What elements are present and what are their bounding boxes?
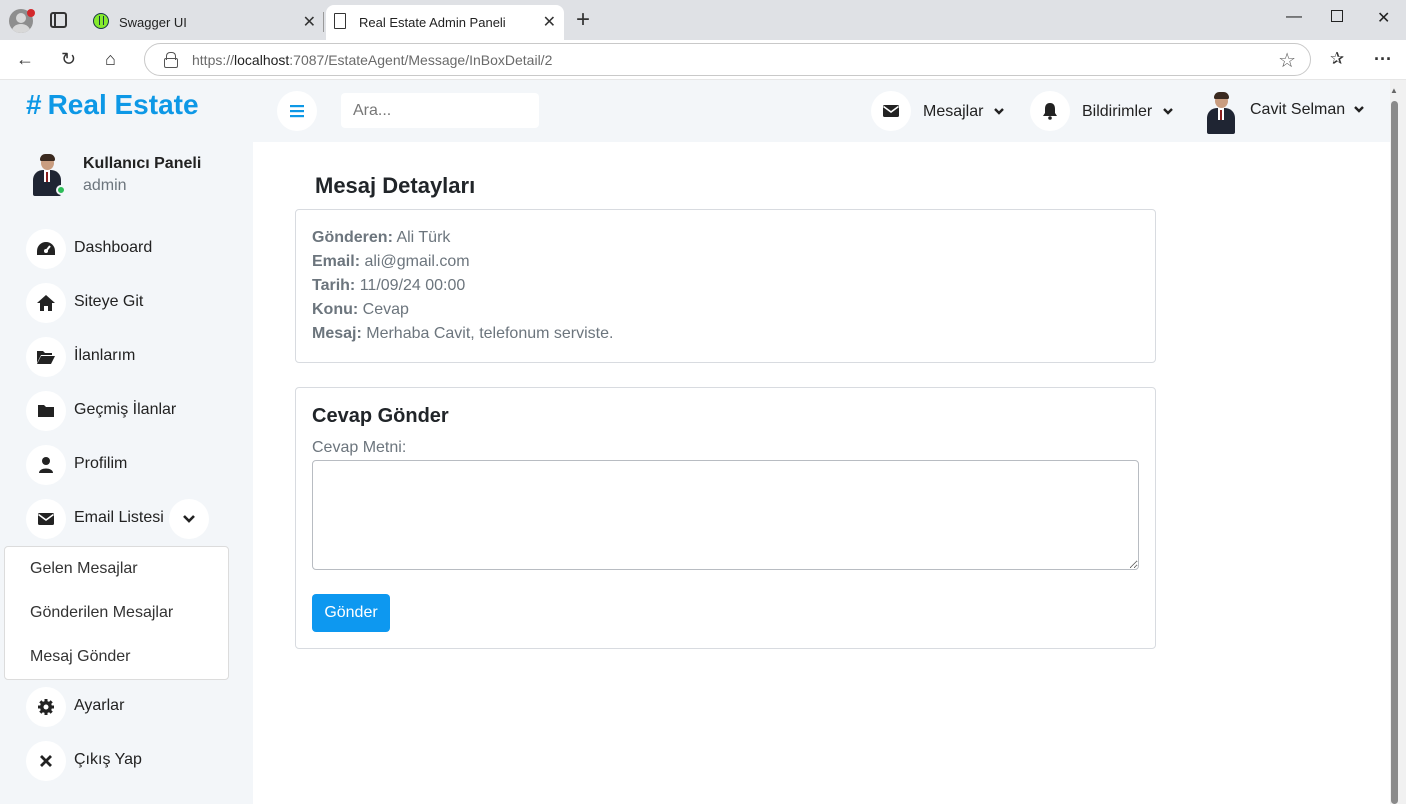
avatar[interactable] xyxy=(1204,92,1235,134)
user-role: admin xyxy=(83,177,127,194)
browser-nav-bar: ← ↻ ⌂ https://localhost:7087/EstateAgent… xyxy=(0,40,1406,80)
tab-admin-panel[interactable]: Real Estate Admin Paneli ✕ xyxy=(326,5,564,40)
detail-sender: Gönderen: Ali Türk xyxy=(312,229,451,246)
sidebar-item-profile[interactable]: Profilim xyxy=(26,445,246,485)
messages-button[interactable] xyxy=(871,91,911,131)
new-tab-icon[interactable]: + xyxy=(576,8,590,32)
tab-title: Swagger UI xyxy=(119,15,187,30)
tab-actions-icon[interactable] xyxy=(50,12,67,28)
envelope-icon xyxy=(883,105,899,117)
sidebar-item-listings[interactable]: İlanlarım xyxy=(26,337,246,377)
favorites-icon[interactable]: ✰ xyxy=(1330,49,1344,69)
reply-card: Cevap Gönder Cevap Metni: Gönder xyxy=(295,387,1156,649)
bell-icon xyxy=(1043,103,1057,120)
online-status-dot xyxy=(56,185,66,195)
reply-title: Cevap Gönder xyxy=(312,405,449,427)
submenu-item-inbox[interactable]: Gelen Mesajlar xyxy=(30,560,138,578)
user-icon xyxy=(26,445,66,485)
favorite-star-icon[interactable]: ☆ xyxy=(1278,48,1296,73)
tab-close-icon[interactable]: ✕ xyxy=(543,12,556,32)
back-icon[interactable]: ← xyxy=(16,49,34,69)
hamburger-icon xyxy=(290,105,304,118)
url-text[interactable]: https://localhost:7087/EstateAgent/Messa… xyxy=(192,52,552,68)
user-panel: Kullanıcı Paneli admin xyxy=(30,154,250,198)
sidebar-item-email-list[interactable]: Email Listesi xyxy=(26,499,246,539)
sidebar-item-past-listings[interactable]: Geçmiş İlanlar xyxy=(26,391,246,431)
tab-separator xyxy=(323,12,324,32)
lock-icon[interactable] xyxy=(164,52,178,68)
chevron-down-icon[interactable] xyxy=(169,499,209,539)
notifications-button[interactable] xyxy=(1030,91,1070,131)
user-panel-title: Kullanıcı Paneli xyxy=(83,155,202,172)
user-name[interactable]: Cavit Selman xyxy=(1250,101,1345,119)
close-icon xyxy=(26,741,66,781)
folder-icon xyxy=(26,391,66,431)
sidebar-item-label: Ayarlar xyxy=(74,697,125,714)
message-detail-card: Gönderen: Ali Türk Email: ali@gmail.com … xyxy=(295,209,1156,363)
page-favicon-icon xyxy=(334,13,346,29)
sidebar-item-label: Çıkış Yap xyxy=(74,751,142,768)
sidebar-item-settings[interactable]: Ayarlar xyxy=(26,687,246,727)
tab-close-icon[interactable]: ✕ xyxy=(303,12,316,32)
scroll-up-arrow-icon[interactable]: ▲ xyxy=(1390,86,1398,95)
chevron-down-icon[interactable] xyxy=(993,107,1005,117)
sidebar-item-label: Siteye Git xyxy=(74,293,144,310)
submenu-item-send-message[interactable]: Mesaj Gönder xyxy=(30,648,131,666)
maximize-icon[interactable] xyxy=(1331,10,1343,22)
envelope-icon xyxy=(26,499,66,539)
profile-notification-dot xyxy=(27,9,35,17)
browser-tab-bar: Swagger UI ✕ Real Estate Admin Paneli ✕ … xyxy=(0,0,1406,40)
sidebar-item-label: Dashboard xyxy=(74,239,153,256)
sidebar: # Real Estate Kullanıcı Paneli admin Dash… xyxy=(0,80,253,804)
chevron-down-icon[interactable] xyxy=(1353,105,1365,115)
page-title: Mesaj Detayları xyxy=(315,173,476,198)
home-icon xyxy=(26,283,66,323)
sidebar-item-label: Geçmiş İlanlar xyxy=(74,401,177,418)
menu-toggle-button[interactable] xyxy=(277,91,317,131)
send-button[interactable]: Gönder xyxy=(312,594,390,632)
dashboard-gauge-icon xyxy=(26,229,66,269)
detail-date: Tarih: 11/09/24 00:00 xyxy=(312,277,466,294)
window-close-icon[interactable]: ✕ xyxy=(1377,8,1390,28)
gear-icon xyxy=(26,687,66,727)
sidebar-item-logout[interactable]: Çıkış Yap xyxy=(26,741,246,781)
address-bar[interactable]: https://localhost:7087/EstateAgent/Messa… xyxy=(144,43,1311,76)
detail-email: Email: ali@gmail.com xyxy=(312,253,470,270)
tab-title: Real Estate Admin Paneli xyxy=(359,15,506,30)
refresh-icon[interactable]: ↻ xyxy=(61,49,76,69)
email-submenu: Gelen Mesajlar Gönderilen Mesajlar Mesaj… xyxy=(4,546,229,680)
sidebar-item-site[interactable]: Siteye Git xyxy=(26,283,246,323)
brand-logo[interactable]: # Real Estate xyxy=(26,89,199,121)
tab-swagger[interactable]: Swagger UI ✕ xyxy=(86,5,324,40)
detail-message: Mesaj: Merhaba Cavit, telefonum serviste… xyxy=(312,325,614,342)
minimize-icon[interactable]: — xyxy=(1286,8,1302,26)
sidebar-item-label: Profilim xyxy=(74,455,128,472)
messages-label[interactable]: Mesajlar xyxy=(923,103,983,121)
reply-field-label: Cevap Metni: xyxy=(312,439,407,456)
search-input[interactable] xyxy=(341,93,539,128)
detail-subject: Konu: Cevap xyxy=(312,301,409,318)
notifications-label[interactable]: Bildirimler xyxy=(1082,103,1152,121)
more-menu-icon[interactable]: ··· xyxy=(1374,49,1392,69)
app-container: # Real Estate Kullanıcı Paneli admin Dash… xyxy=(0,80,1390,804)
folder-open-icon xyxy=(26,337,66,377)
submenu-item-sent[interactable]: Gönderilen Mesajlar xyxy=(30,604,173,622)
sidebar-item-label: Email Listesi xyxy=(74,509,164,526)
reply-textarea[interactable] xyxy=(312,460,1139,570)
sidebar-item-dashboard[interactable]: Dashboard xyxy=(26,229,246,269)
home-icon[interactable]: ⌂ xyxy=(105,49,116,69)
swagger-favicon-icon xyxy=(93,13,109,29)
top-bar: Mesajlar Bildirimler Cavit Selman xyxy=(253,80,1390,142)
sidebar-item-label: İlanlarım xyxy=(74,347,136,364)
chevron-down-icon[interactable] xyxy=(1162,107,1174,117)
scrollbar-thumb[interactable] xyxy=(1391,101,1398,804)
